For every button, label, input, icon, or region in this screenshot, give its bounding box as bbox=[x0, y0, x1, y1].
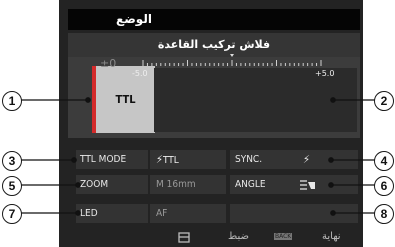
callout-8: 8 bbox=[374, 204, 394, 224]
callout-2: 2 bbox=[374, 91, 394, 111]
callout-3: 3 bbox=[2, 151, 22, 171]
callout-1: 1 bbox=[2, 91, 22, 111]
callout-6: 6 bbox=[374, 176, 394, 196]
callout-4: 4 bbox=[374, 151, 394, 171]
callout-5: 5 bbox=[2, 176, 22, 196]
callout-lines bbox=[20, 97, 375, 216]
callout-7: 7 bbox=[2, 204, 22, 224]
